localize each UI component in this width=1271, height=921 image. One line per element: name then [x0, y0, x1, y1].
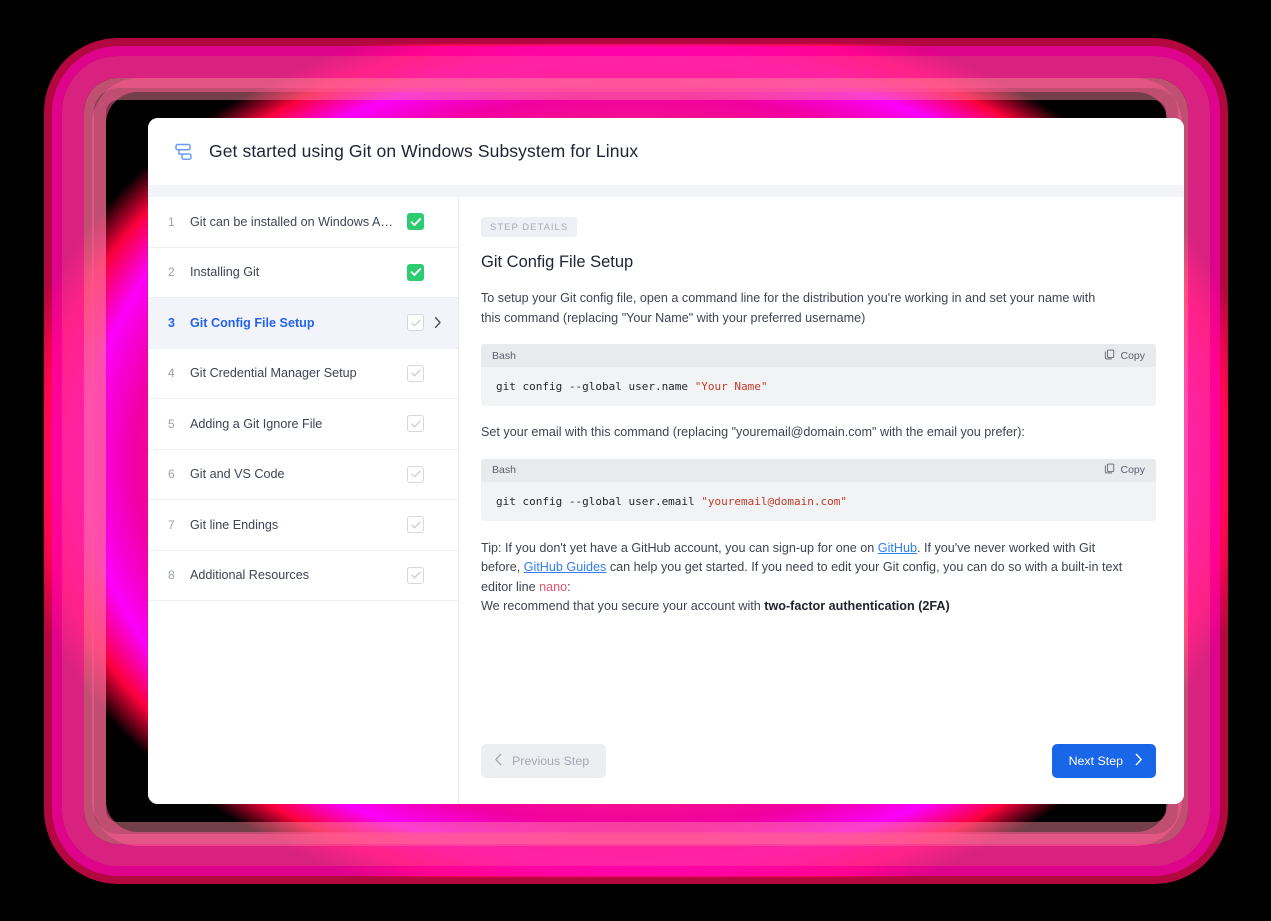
step-row-3[interactable]: 3Git Config File Setup	[148, 298, 458, 349]
code-command: git config --global user.name	[496, 380, 695, 393]
step-number: 4	[168, 366, 190, 380]
previous-step-label: Previous Step	[512, 754, 589, 768]
copy-button-label: Copy	[1120, 464, 1145, 476]
next-step-label: Next Step	[1069, 754, 1123, 768]
chevron-right-icon	[430, 316, 444, 329]
step-label: Adding a Git Ignore File	[190, 417, 407, 431]
tip-text-part-4: :	[567, 580, 571, 594]
code-content[interactable]: git config --global user.name "Your Name…	[481, 367, 1156, 406]
app-viewport: Get started using Git on Windows Subsyst…	[148, 118, 1184, 804]
code-language-label: Bash	[492, 464, 1104, 476]
sitemap-icon	[174, 141, 196, 163]
step-label: Git Config File Setup	[190, 316, 407, 330]
next-step-button[interactable]: Next Step	[1052, 744, 1156, 778]
code-block-user-email: Bash Copy git config --global user.email…	[481, 459, 1156, 521]
step-row-2[interactable]: 2Installing Git	[148, 248, 458, 299]
step-email-paragraph: Set your email with this command (replac…	[481, 423, 1111, 443]
content-area: 1Git can be installed on Windows AND ...…	[148, 197, 1184, 804]
copy-button[interactable]: Copy	[1104, 463, 1145, 477]
code-block-user-name: Bash Copy git config --global user.name …	[481, 344, 1156, 406]
code-block-header: Bash Copy	[481, 459, 1156, 482]
checkbox-checked-icon[interactable]	[407, 264, 424, 281]
checkbox-unchecked-icon[interactable]	[407, 516, 424, 533]
step-intro-paragraph: To setup your Git config file, open a co…	[481, 289, 1111, 328]
card-separator	[148, 185, 1184, 197]
github-guides-link[interactable]: GitHub Guides	[524, 560, 607, 574]
step-details-badge: STEP DETAILS	[481, 217, 577, 237]
code-string-literal: "Your Name"	[695, 380, 768, 393]
code-string-literal: "youremail@domain.com"	[701, 495, 847, 508]
copy-button-label: Copy	[1120, 350, 1145, 362]
step-row-7[interactable]: 7Git line Endings	[148, 500, 458, 551]
step-details-pane: STEP DETAILS Git Config File Setup To se…	[459, 197, 1184, 804]
code-language-label: Bash	[492, 350, 1104, 362]
step-row-6[interactable]: 6Git and VS Code	[148, 450, 458, 501]
inline-code-nano: nano	[539, 580, 567, 594]
step-label: Git line Endings	[190, 518, 407, 532]
checkbox-unchecked-icon[interactable]	[407, 567, 424, 584]
step-number: 2	[168, 265, 190, 279]
tip-text-part-1: Tip: If you don't yet have a GitHub acco…	[481, 541, 878, 555]
code-command: git config --global user.email	[496, 495, 701, 508]
checkbox-unchecked-icon[interactable]	[407, 314, 424, 331]
code-block-header: Bash Copy	[481, 344, 1156, 367]
code-content[interactable]: git config --global user.email "youremai…	[481, 482, 1156, 521]
step-number: 8	[168, 568, 190, 582]
header-card: Get started using Git on Windows Subsyst…	[148, 118, 1184, 185]
checkbox-checked-icon[interactable]	[407, 213, 424, 230]
tip-2fa-bold: two-factor authentication (2FA)	[764, 599, 949, 613]
step-row-1[interactable]: 1Git can be installed on Windows AND ...	[148, 197, 458, 248]
step-row-5[interactable]: 5Adding a Git Ignore File	[148, 399, 458, 450]
step-label: Additional Resources	[190, 568, 407, 582]
tip-2fa-prefix: We recommend that you secure your accoun…	[481, 599, 764, 613]
step-number: 3	[168, 316, 190, 330]
step-label: Git and VS Code	[190, 467, 407, 481]
checkbox-unchecked-icon[interactable]	[407, 365, 424, 382]
step-row-8[interactable]: 8Additional Resources	[148, 551, 458, 602]
step-navigation-footer: Previous Step Next Step	[481, 744, 1156, 778]
step-number: 7	[168, 518, 190, 532]
copy-button[interactable]: Copy	[1104, 349, 1145, 363]
copy-icon	[1104, 349, 1115, 363]
previous-step-button[interactable]: Previous Step	[481, 744, 606, 778]
chevron-left-icon	[494, 753, 503, 769]
step-number: 6	[168, 467, 190, 481]
step-number: 1	[168, 215, 190, 229]
copy-icon	[1104, 463, 1115, 477]
checkbox-unchecked-icon[interactable]	[407, 415, 424, 432]
checkbox-unchecked-icon[interactable]	[407, 466, 424, 483]
step-number: 5	[168, 417, 190, 431]
step-label: Git can be installed on Windows AND ...	[190, 215, 407, 229]
steps-sidebar: 1Git can be installed on Windows AND ...…	[148, 197, 459, 804]
step-title: Git Config File Setup	[481, 253, 1156, 272]
tip-paragraph: Tip: If you don't yet have a GitHub acco…	[481, 539, 1123, 617]
step-row-4[interactable]: 4Git Credential Manager Setup	[148, 349, 458, 400]
github-link[interactable]: GitHub	[878, 541, 917, 555]
chevron-right-icon	[1134, 753, 1143, 769]
step-label: Installing Git	[190, 265, 407, 279]
page-title: Get started using Git on Windows Subsyst…	[209, 141, 638, 162]
step-label: Git Credential Manager Setup	[190, 366, 407, 380]
